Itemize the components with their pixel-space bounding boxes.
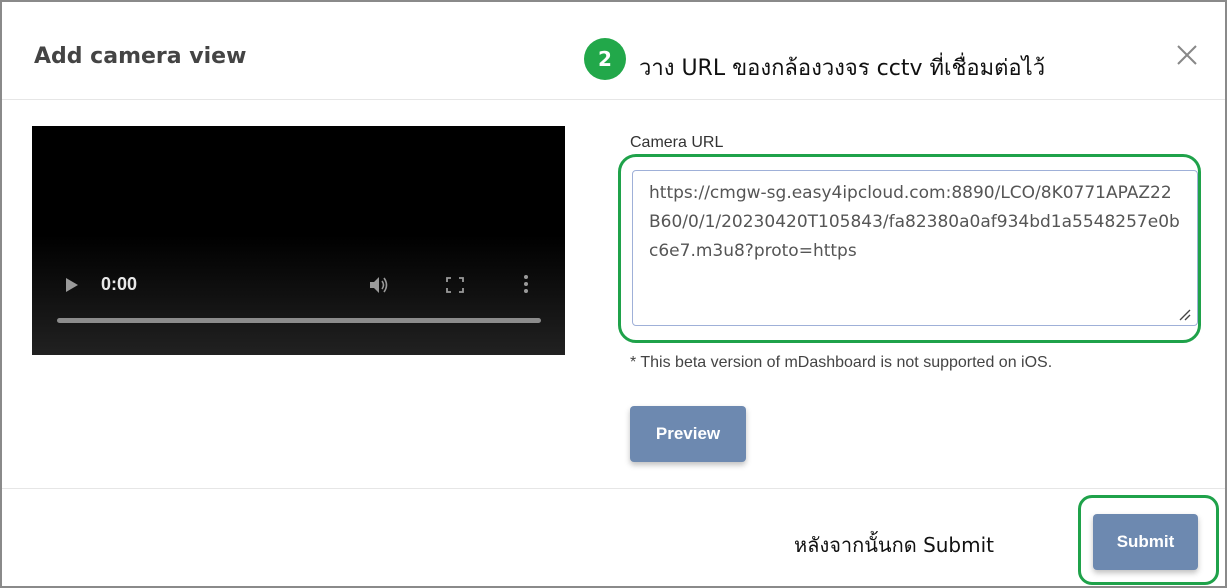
step-badge: 2 [584, 38, 626, 80]
resize-handle-icon[interactable] [1178, 308, 1192, 322]
camera-url-label: Camera URL [630, 134, 724, 151]
more-vert-icon[interactable] [522, 273, 530, 295]
video-time: 0:00 [101, 274, 138, 294]
play-icon[interactable] [64, 277, 80, 293]
camera-url-textarea[interactable]: https://cmgw-sg.easy4ipcloud.com:8890/LC… [632, 170, 1198, 326]
add-camera-dialog: Add camera view 2 วาง URL ของกล้องวงจร c… [0, 0, 1227, 588]
video-progress-bar[interactable] [57, 318, 541, 323]
close-icon [1177, 45, 1197, 65]
ios-support-note: * This beta version of mDashboard is not… [630, 354, 1053, 371]
close-button[interactable] [1170, 38, 1204, 72]
submit-button[interactable]: Submit [1093, 514, 1198, 570]
preview-button[interactable]: Preview [630, 406, 746, 462]
fullscreen-icon[interactable] [445, 276, 465, 294]
footer-divider [2, 488, 1225, 489]
volume-icon[interactable] [368, 275, 390, 295]
dialog-title: Add camera view [34, 44, 247, 69]
dialog-header: Add camera view 2 วาง URL ของกล้องวงจร c… [2, 2, 1225, 100]
submit-instruction: หลังจากนั้นกด Submit [794, 533, 995, 557]
step-instruction: วาง URL ของกล้องวงจร cctv ที่เชื่อมต่อไว… [639, 56, 1046, 81]
